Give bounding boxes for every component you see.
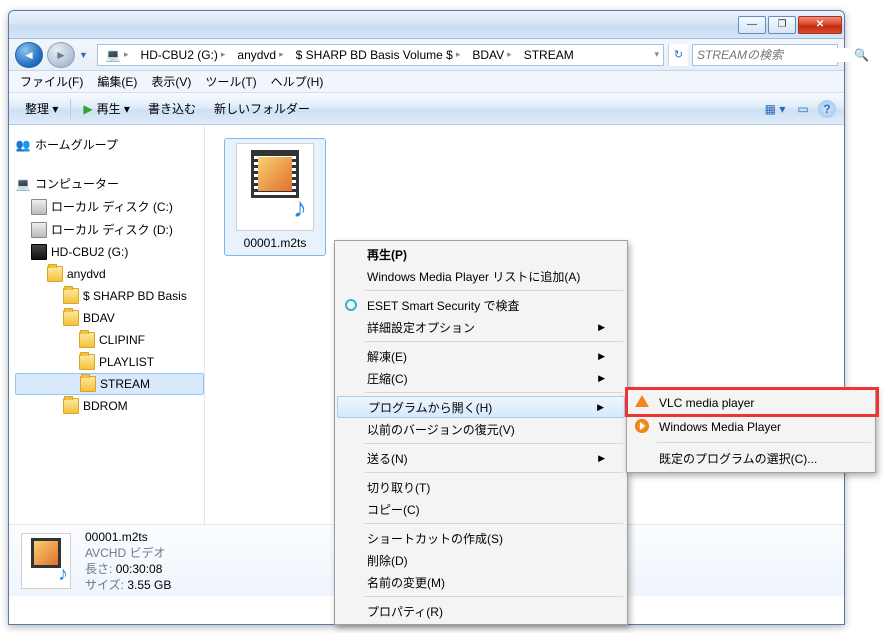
music-note-icon: ♪ — [58, 563, 68, 586]
details-size: 3.55 GB — [127, 578, 171, 592]
menu-edit[interactable]: 編集(E) — [90, 73, 144, 90]
minimize-button[interactable]: — — [738, 16, 766, 34]
command-bar: 整理 ▾ ▶再生 ▾ 書き込む 新しいフォルダー ▦ ▾ ▭ ? — [9, 93, 844, 125]
ctx-extract[interactable]: 解凍(E)▶ — [337, 345, 625, 367]
ctx-create-shortcut[interactable]: ショートカットの作成(S) — [337, 527, 625, 549]
breadcrumb-seg[interactable]: $ SHARP BD Basis Volume $▸ — [289, 45, 466, 65]
nav-folder-anydvd[interactable]: anydvd — [15, 263, 204, 285]
breadcrumb[interactable]: 💻▸ HD-CBU2 (G:)▸ anydvd▸ $ SHARP BD Basi… — [97, 44, 664, 66]
breadcrumb-seg[interactable]: anydvd▸ — [230, 45, 288, 65]
file-name-label: 00001.m2ts — [229, 235, 321, 251]
play-button[interactable]: ▶再生 ▾ — [75, 97, 138, 120]
file-item[interactable]: ♪ 00001.m2ts — [225, 139, 325, 255]
breadcrumb-seg[interactable]: BDAV▸ — [465, 45, 516, 65]
folder-icon — [79, 332, 95, 348]
menu-file[interactable]: ファイル(F) — [13, 73, 90, 90]
refresh-button[interactable]: ↻ — [668, 44, 688, 66]
details-thumbnail: ♪ — [21, 533, 71, 589]
details-length: 00:30:08 — [116, 562, 163, 576]
computer-icon: 💻 — [105, 47, 121, 63]
search-input[interactable] — [697, 48, 854, 62]
breadcrumb-seg[interactable]: HD-CBU2 (G:)▸ — [134, 45, 231, 65]
search-icon[interactable]: 🔍 — [854, 48, 869, 62]
folder-icon — [63, 398, 79, 414]
music-note-icon: ♪ — [293, 192, 307, 224]
details-size-label: サイズ: — [85, 578, 124, 592]
nav-folder-bdrom[interactable]: BDROM — [15, 395, 204, 417]
folder-icon — [63, 310, 79, 326]
ctx-send-to[interactable]: 送る(N)▶ — [337, 447, 625, 469]
breadcrumb-seg[interactable]: STREAM — [517, 45, 579, 65]
help-button[interactable]: ? — [818, 100, 836, 118]
forward-button[interactable]: ► — [47, 42, 75, 68]
submenu-vlc[interactable]: VLC media player — [629, 391, 873, 415]
preview-pane-button[interactable]: ▭ — [790, 98, 816, 120]
ctx-previous-versions[interactable]: 以前のバージョンの復元(V) — [337, 418, 625, 440]
folder-icon — [79, 354, 95, 370]
ctx-compress[interactable]: 圧縮(C)▶ — [337, 367, 625, 389]
new-folder-button[interactable]: 新しいフォルダー — [206, 97, 318, 120]
homegroup-icon: 👥 — [15, 137, 31, 153]
disk-icon — [31, 222, 47, 238]
ctx-cut[interactable]: 切り取り(T) — [337, 476, 625, 498]
maximize-button[interactable]: ❐ — [768, 16, 796, 34]
ctx-rename[interactable]: 名前の変更(M) — [337, 571, 625, 593]
nav-homegroup[interactable]: 👥ホームグループ — [15, 133, 204, 156]
menu-tools[interactable]: ツール(T) — [198, 73, 263, 90]
play-icon: ▶ — [83, 102, 92, 116]
ctx-copy[interactable]: コピー(C) — [337, 498, 625, 520]
titlebar[interactable]: — ❐ ✕ — [9, 11, 844, 39]
navigation-pane[interactable]: 👥ホームグループ 💻コンピューター ローカル ディスク (C:) ローカル ディ… — [9, 125, 205, 524]
nav-folder-sharp[interactable]: $ SHARP BD Basis — [15, 285, 204, 307]
menu-help[interactable]: ヘルプ(H) — [264, 73, 331, 90]
menu-view[interactable]: 表示(V) — [144, 73, 198, 90]
eset-icon — [343, 297, 359, 313]
address-bar: ◄ ► ▼ 💻▸ HD-CBU2 (G:)▸ anydvd▸ $ SHARP B… — [9, 39, 844, 71]
computer-icon: 💻 — [15, 176, 31, 192]
open-with-submenu: VLC media player Windows Media Player 既定… — [626, 388, 876, 473]
vlc-icon — [635, 395, 651, 411]
folder-icon — [47, 266, 63, 282]
organize-button[interactable]: 整理 ▾ — [17, 97, 66, 120]
submenu-wmp[interactable]: Windows Media Player — [629, 415, 873, 439]
search-box[interactable]: 🔍 — [692, 44, 838, 66]
submenu-choose-default[interactable]: 既定のプログラムの選択(C)... — [629, 446, 873, 470]
nav-history-dropdown[interactable]: ▼ — [79, 50, 93, 60]
nav-computer[interactable]: 💻コンピューター — [15, 172, 204, 195]
wmp-icon — [635, 419, 651, 435]
ctx-advanced-options[interactable]: 詳細設定オプション▶ — [337, 316, 625, 338]
ctx-play[interactable]: 再生(P) — [337, 243, 625, 265]
nav-folder-clipinf[interactable]: CLIPINF — [15, 329, 204, 351]
drive-icon — [31, 244, 47, 260]
details-filename: 00001.m2ts — [85, 529, 171, 545]
burn-button[interactable]: 書き込む — [140, 97, 204, 120]
nav-drive-d[interactable]: ローカル ディスク (D:) — [15, 218, 204, 241]
ctx-wmp-add[interactable]: Windows Media Player リストに追加(A) — [337, 265, 625, 287]
nav-folder-bdav[interactable]: BDAV — [15, 307, 204, 329]
nav-drive-c[interactable]: ローカル ディスク (C:) — [15, 195, 204, 218]
folder-icon — [80, 376, 96, 392]
nav-drive-g[interactable]: HD-CBU2 (G:) — [15, 241, 204, 263]
folder-icon — [63, 288, 79, 304]
close-button[interactable]: ✕ — [798, 16, 842, 34]
details-length-label: 長さ: — [85, 562, 112, 576]
nav-folder-stream[interactable]: STREAM — [15, 373, 204, 395]
file-thumbnail: ♪ — [236, 143, 314, 231]
context-menu: 再生(P) Windows Media Player リストに追加(A) ESE… — [334, 240, 628, 625]
disk-icon — [31, 199, 47, 215]
back-button[interactable]: ◄ — [15, 42, 43, 68]
ctx-eset[interactable]: ESET Smart Security で検査 — [337, 294, 625, 316]
ctx-properties[interactable]: プロパティ(R) — [337, 600, 625, 622]
menu-bar: ファイル(F) 編集(E) 表示(V) ツール(T) ヘルプ(H) — [9, 71, 844, 93]
details-filetype: AVCHD ビデオ — [85, 545, 171, 561]
view-options-button[interactable]: ▦ ▾ — [762, 98, 788, 120]
ctx-delete[interactable]: 削除(D) — [337, 549, 625, 571]
ctx-open-with[interactable]: プログラムから開く(H)▶ — [337, 396, 625, 418]
nav-folder-playlist[interactable]: PLAYLIST — [15, 351, 204, 373]
